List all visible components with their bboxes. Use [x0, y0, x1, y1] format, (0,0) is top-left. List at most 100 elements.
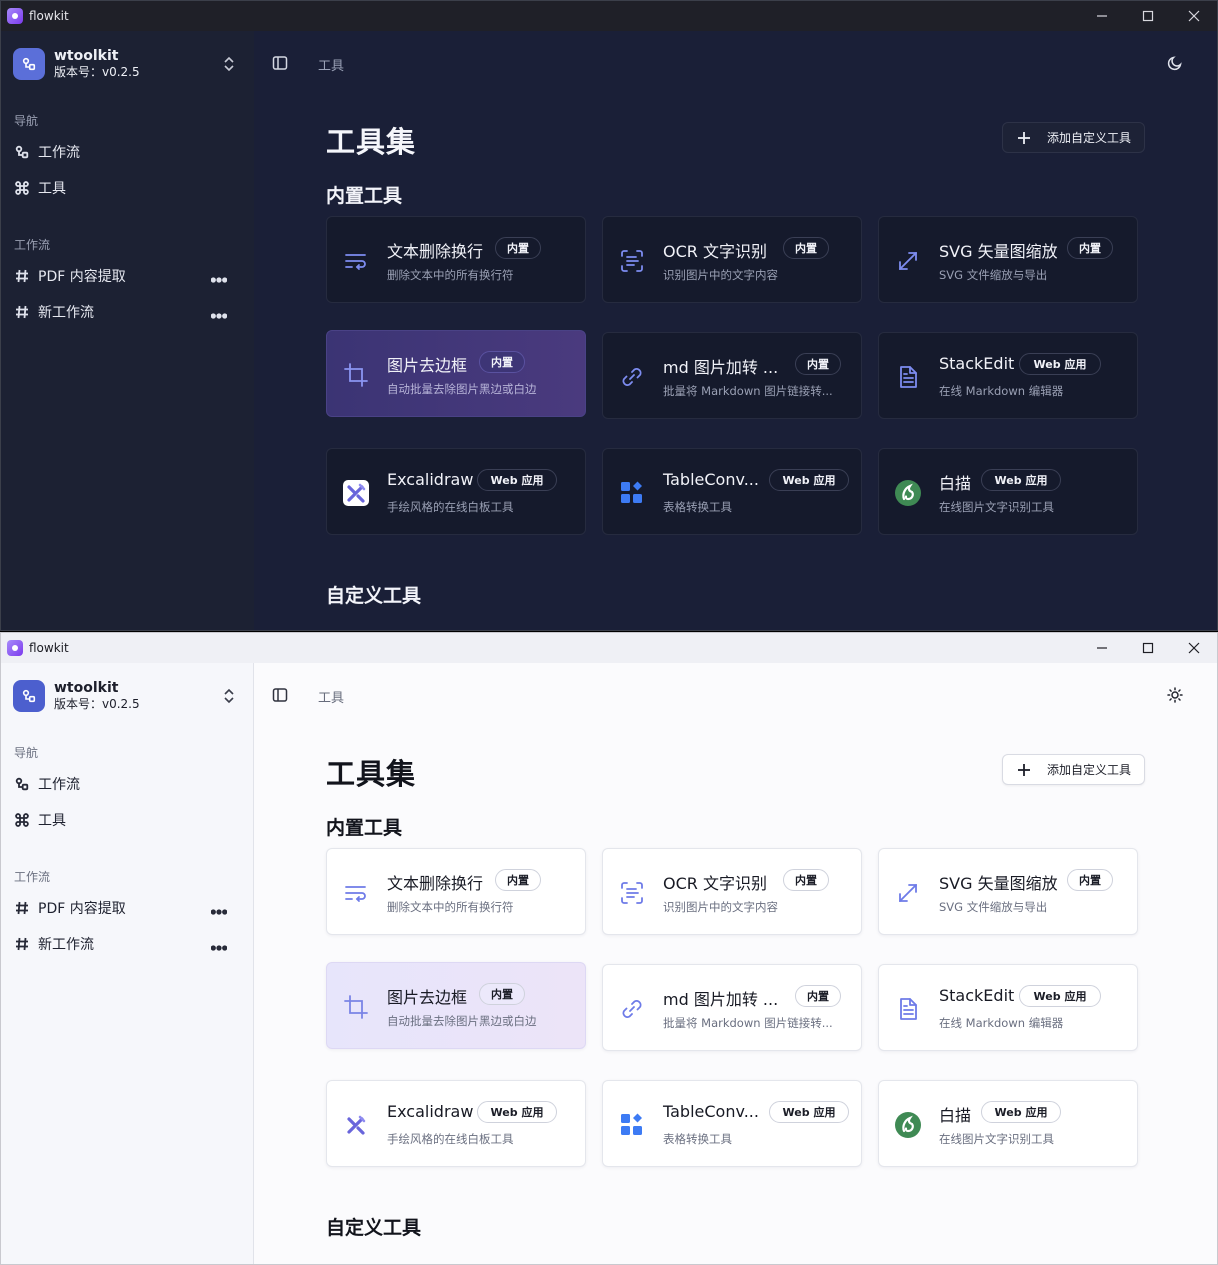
sidebar-item-pdf-extract[interactable]: PDF 内容提取	[7, 261, 243, 291]
sidebar-item-pdf-extract[interactable]: PDF 内容提取	[7, 893, 243, 923]
title-bar[interactable]: flowkit	[1, 1, 1217, 31]
tool-card[interactable]: SVG 矢量图缩放 内置 SVG 文件缩放与导出	[878, 848, 1138, 935]
tool-card[interactable]: md 图片加转 ... 内置 批量将 Markdown 图片链接转...	[602, 964, 862, 1051]
tool-card[interactable]: 白描 Web 应用 在线图片文字识别工具	[878, 448, 1138, 535]
custom-section-title: 自定义工具	[326, 1217, 422, 1239]
tool-badge: 内置	[479, 351, 525, 373]
hash-icon	[16, 269, 28, 283]
link-icon	[619, 996, 645, 1022]
minimize-button[interactable]	[1079, 633, 1125, 663]
tool-name: 白描	[939, 1106, 972, 1125]
tool-card[interactable]: 白描 Web 应用 在线图片文字识别工具	[878, 1080, 1138, 1167]
breadcrumb[interactable]: 工具	[318, 55, 344, 74]
add-custom-tool-button[interactable]: 添加自定义工具	[1002, 754, 1145, 785]
tool-badge: Web 应用	[981, 469, 1061, 491]
app-window-light: flowkit wtoolkit 版本号：v0.2.5 导航 工作流 工具 工作…	[0, 632, 1218, 1265]
sun-icon[interactable]	[1167, 687, 1183, 703]
tool-desc: SVG 文件缩放与导出	[939, 268, 1048, 282]
command-icon	[15, 181, 29, 195]
add-custom-tool-button[interactable]: 添加自定义工具	[1002, 122, 1145, 153]
tool-card[interactable]: OCR 文字识别 内置 识别图片中的文字内容	[602, 848, 862, 935]
tool-card[interactable]: StackEdit Web 应用 在线 Markdown 编辑器	[878, 332, 1138, 419]
tool-name: SVG 矢量图缩放	[939, 874, 1058, 893]
workspace-switcher[interactable]: wtoolkit 版本号：v0.2.5	[13, 47, 241, 81]
tool-badge: 内置	[1067, 869, 1113, 891]
tool-desc: 在线 Markdown 编辑器	[939, 384, 1064, 398]
breadcrumb[interactable]: 工具	[318, 687, 344, 706]
window-title: flowkit	[29, 9, 69, 23]
crop-icon	[343, 994, 369, 1020]
sidebar-item-workflows[interactable]: 工作流	[7, 769, 243, 799]
tool-name: 白描	[939, 474, 972, 493]
builtin-section-title: 内置工具	[326, 185, 403, 207]
tool-desc: 自动批量去除图片黑边或白边	[387, 1014, 537, 1028]
app-logo-icon	[7, 8, 23, 24]
sidebar-item-label: PDF 内容提取	[38, 269, 126, 285]
tool-name: TableConv...	[663, 1102, 759, 1121]
nav-group-label: 导航	[14, 114, 39, 128]
tool-desc: 删除文本中的所有换行符	[387, 268, 514, 282]
tool-card[interactable]: 图片去边框 内置 自动批量去除图片黑边或白边	[326, 962, 586, 1049]
sidebar-toggle-icon[interactable]	[272, 687, 288, 703]
tool-badge: 内置	[495, 869, 541, 891]
tool-desc: 在线 Markdown 编辑器	[939, 1016, 1064, 1030]
tool-name: md 图片加转 ...	[663, 990, 779, 1009]
tool-desc: 手绘风格的在线白板工具	[387, 1132, 514, 1146]
tool-desc: 手绘风格的在线白板工具	[387, 500, 514, 514]
hash-icon	[16, 901, 28, 915]
app-logo-icon	[7, 640, 23, 656]
tool-badge: 内置	[783, 237, 829, 259]
maximize-button[interactable]	[1125, 633, 1171, 663]
sidebar-item-new-workflow[interactable]: 新工作流	[7, 297, 243, 327]
wrap-text-icon	[343, 880, 369, 906]
scan-text-icon	[619, 880, 645, 906]
close-button[interactable]	[1171, 633, 1217, 663]
tool-card[interactable]: Excalidraw Web 应用 手绘风格的在线白板工具	[326, 1080, 586, 1167]
tool-card[interactable]: 文本删除换行 内置 删除文本中的所有换行符	[326, 216, 586, 303]
tool-name: OCR 文字识别	[663, 874, 767, 893]
sidebar: wtoolkit 版本号：v0.2.5 导航 工作流 工具 工作流 PDF 内容…	[1, 663, 254, 1264]
more-icon[interactable]	[211, 904, 227, 920]
excalidraw-icon	[343, 480, 369, 506]
workspace-switcher[interactable]: wtoolkit 版本号：v0.2.5	[13, 679, 241, 713]
tool-card[interactable]: StackEdit Web 应用 在线 Markdown 编辑器	[878, 964, 1138, 1051]
tool-card[interactable]: OCR 文字识别 内置 识别图片中的文字内容	[602, 216, 862, 303]
moon-icon[interactable]	[1167, 55, 1183, 71]
close-button[interactable]	[1171, 1, 1217, 31]
sidebar-item-new-workflow[interactable]: 新工作流	[7, 929, 243, 959]
more-icon[interactable]	[211, 272, 227, 288]
minimize-button[interactable]	[1079, 1, 1125, 31]
sidebar-item-tools[interactable]: 工具	[7, 805, 243, 835]
tool-card[interactable]: 图片去边框 内置 自动批量去除图片黑边或白边	[326, 330, 586, 417]
tool-desc: 批量将 Markdown 图片链接转...	[663, 1016, 833, 1030]
tool-badge: 内置	[1067, 237, 1113, 259]
tool-badge: 内置	[479, 983, 525, 1005]
document-icon	[895, 364, 921, 390]
tool-card[interactable]: SVG 矢量图缩放 内置 SVG 文件缩放与导出	[878, 216, 1138, 303]
sidebar-toggle-icon[interactable]	[272, 55, 288, 71]
tool-desc: 在线图片文字识别工具	[939, 500, 1054, 514]
more-icon[interactable]	[211, 308, 227, 324]
tool-card[interactable]: TableConv... Web 应用 表格转换工具	[602, 448, 862, 535]
workflow-icon	[15, 145, 29, 159]
tool-card[interactable]: Excalidraw Web 应用 手绘风格的在线白板工具	[326, 448, 586, 535]
maximize-button[interactable]	[1125, 1, 1171, 31]
tool-card[interactable]: md 图片加转 ... 内置 批量将 Markdown 图片链接转...	[602, 332, 862, 419]
custom-section-title: 自定义工具	[326, 585, 422, 607]
tool-card[interactable]: 文本删除换行 内置 删除文本中的所有换行符	[326, 848, 586, 935]
tool-name: 图片去边框	[387, 988, 468, 1007]
sidebar-item-label: 新工作流	[38, 937, 94, 953]
sidebar-item-tools[interactable]: 工具	[7, 173, 243, 203]
tool-name: md 图片加转 ...	[663, 358, 779, 377]
more-icon[interactable]	[211, 940, 227, 956]
chevrons-up-down-icon[interactable]	[221, 687, 237, 705]
title-bar[interactable]: flowkit	[1, 633, 1217, 663]
sidebar-item-label: 工具	[38, 181, 66, 197]
app-window-dark: flowkit wtoolkit 版本号：v0.2.5 导航 工作流 工具 工作…	[0, 0, 1218, 631]
resize-icon	[895, 248, 921, 274]
tool-desc: 自动批量去除图片黑边或白边	[387, 382, 537, 396]
tool-badge: 内置	[783, 869, 829, 891]
sidebar-item-workflows[interactable]: 工作流	[7, 137, 243, 167]
tool-card[interactable]: TableConv... Web 应用 表格转换工具	[602, 1080, 862, 1167]
chevrons-up-down-icon[interactable]	[221, 55, 237, 73]
